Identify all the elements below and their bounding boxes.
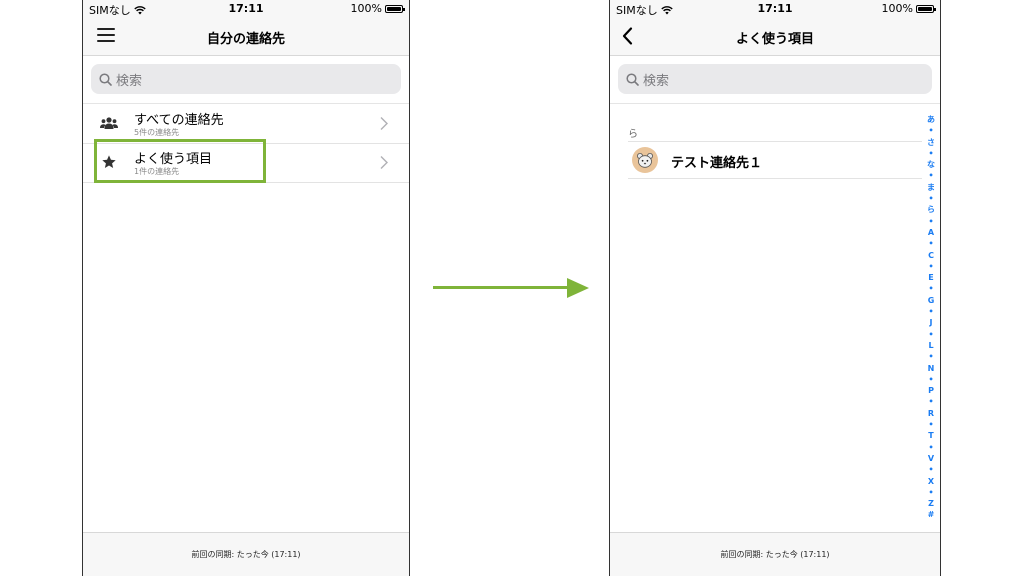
index-dot[interactable]: •	[928, 419, 933, 430]
battery-icon	[916, 4, 936, 13]
phone-screen-favorites: SIMなし 17:11 100% よく使う項目 検索 ら テスト連絡先１ あ • さ…	[609, 0, 941, 576]
index-letter[interactable]: E	[928, 272, 933, 283]
index-dot[interactable]: •	[928, 487, 933, 498]
battery-icon	[385, 4, 405, 13]
search-icon	[99, 72, 112, 86]
index-dot[interactable]: •	[928, 464, 933, 475]
index-dot[interactable]: •	[928, 306, 933, 317]
index-letter[interactable]: X	[928, 476, 934, 487]
contact-list-item[interactable]: テスト連絡先１	[628, 141, 922, 179]
index-dot[interactable]: •	[928, 193, 933, 204]
index-dot[interactable]: •	[928, 216, 933, 227]
page-title: 自分の連絡先	[206, 32, 285, 47]
index-dot[interactable]: •	[928, 148, 933, 159]
chevron-right-icon	[380, 156, 388, 169]
battery-status: 100%	[350, 2, 405, 15]
index-letter[interactable]: さ	[927, 137, 935, 148]
index-dot[interactable]: •	[928, 238, 933, 249]
page-title: よく使う項目	[735, 32, 814, 47]
battery-status: 100%	[881, 2, 936, 15]
index-letter[interactable]: ま	[927, 182, 935, 193]
index-letter[interactable]: T	[928, 430, 933, 441]
contact-name: テスト連絡先１	[671, 156, 763, 171]
index-letter[interactable]: C	[928, 250, 934, 261]
index-letter[interactable]: A	[928, 227, 934, 238]
status-bar: SIMなし 17:11 100%	[610, 0, 940, 18]
navigation-bar: よく使う項目	[610, 18, 940, 56]
battery-label: 100%	[881, 2, 913, 15]
index-letter[interactable]: な	[927, 159, 935, 170]
sync-status-footer: 前回の同期: たった今 (17:11)	[610, 532, 940, 576]
search-area: 検索	[610, 56, 940, 104]
search-input[interactable]: 検索	[618, 64, 932, 94]
sync-status-footer: 前回の同期: たった今 (17:11)	[83, 532, 409, 576]
index-letter[interactable]: N	[928, 363, 935, 374]
list-item-all-contacts[interactable]: すべての連絡先 5件の連絡先	[83, 104, 409, 144]
index-letter[interactable]: ら	[927, 204, 935, 215]
search-placeholder: 検索	[116, 73, 143, 89]
index-letter[interactable]: G	[928, 295, 935, 306]
index-dot[interactable]: •	[928, 283, 933, 294]
index-letter[interactable]: V	[928, 453, 934, 464]
list-item-favorites[interactable]: よく使う項目 1件の連絡先	[83, 143, 409, 183]
index-letter[interactable]: L	[928, 340, 933, 351]
search-area: 検索	[83, 56, 409, 104]
phone-screen-my-contacts: SIMなし 17:11 100% 自分の連絡先 検索 すべての連絡先 5件の連絡…	[82, 0, 410, 576]
index-letter[interactable]: #	[928, 509, 935, 520]
search-input[interactable]: 検索	[91, 64, 401, 94]
index-dot[interactable]: •	[928, 170, 933, 181]
battery-label: 100%	[350, 2, 382, 15]
index-dot[interactable]: •	[928, 351, 933, 362]
index-letter[interactable]: P	[928, 385, 934, 396]
star-icon	[99, 153, 119, 171]
navigation-bar: 自分の連絡先	[83, 18, 409, 56]
row-title: すべての連絡先	[134, 113, 224, 128]
row-subtitle: 5件の連絡先	[134, 128, 180, 137]
index-dot[interactable]: •	[928, 329, 933, 340]
index-letter[interactable]: R	[928, 408, 934, 419]
section-header: ら	[628, 129, 638, 140]
index-dot[interactable]: •	[928, 374, 933, 385]
transition-arrow-line	[433, 286, 569, 289]
index-dot[interactable]: •	[928, 125, 933, 136]
row-title: よく使う項目	[134, 152, 213, 167]
people-icon	[99, 114, 119, 132]
transition-arrow-head	[567, 278, 589, 298]
row-subtitle: 1件の連絡先	[134, 167, 180, 176]
status-bar: SIMなし 17:11 100%	[83, 0, 409, 18]
index-letter[interactable]: Z	[928, 498, 934, 509]
alphabet-index-bar[interactable]: あ • さ • な • ま • ら • A • C • E • G • J • L • N • P • R • T • V • X • Z #	[926, 114, 936, 521]
animal-avatar-icon	[632, 147, 658, 173]
index-dot[interactable]: •	[928, 442, 933, 453]
chevron-right-icon	[380, 117, 388, 130]
search-placeholder: 検索	[643, 73, 670, 89]
index-dot[interactable]: •	[928, 261, 933, 272]
index-dot[interactable]: •	[928, 396, 933, 407]
search-icon	[626, 72, 639, 86]
index-letter[interactable]: J	[930, 317, 933, 328]
index-letter[interactable]: あ	[927, 114, 935, 125]
